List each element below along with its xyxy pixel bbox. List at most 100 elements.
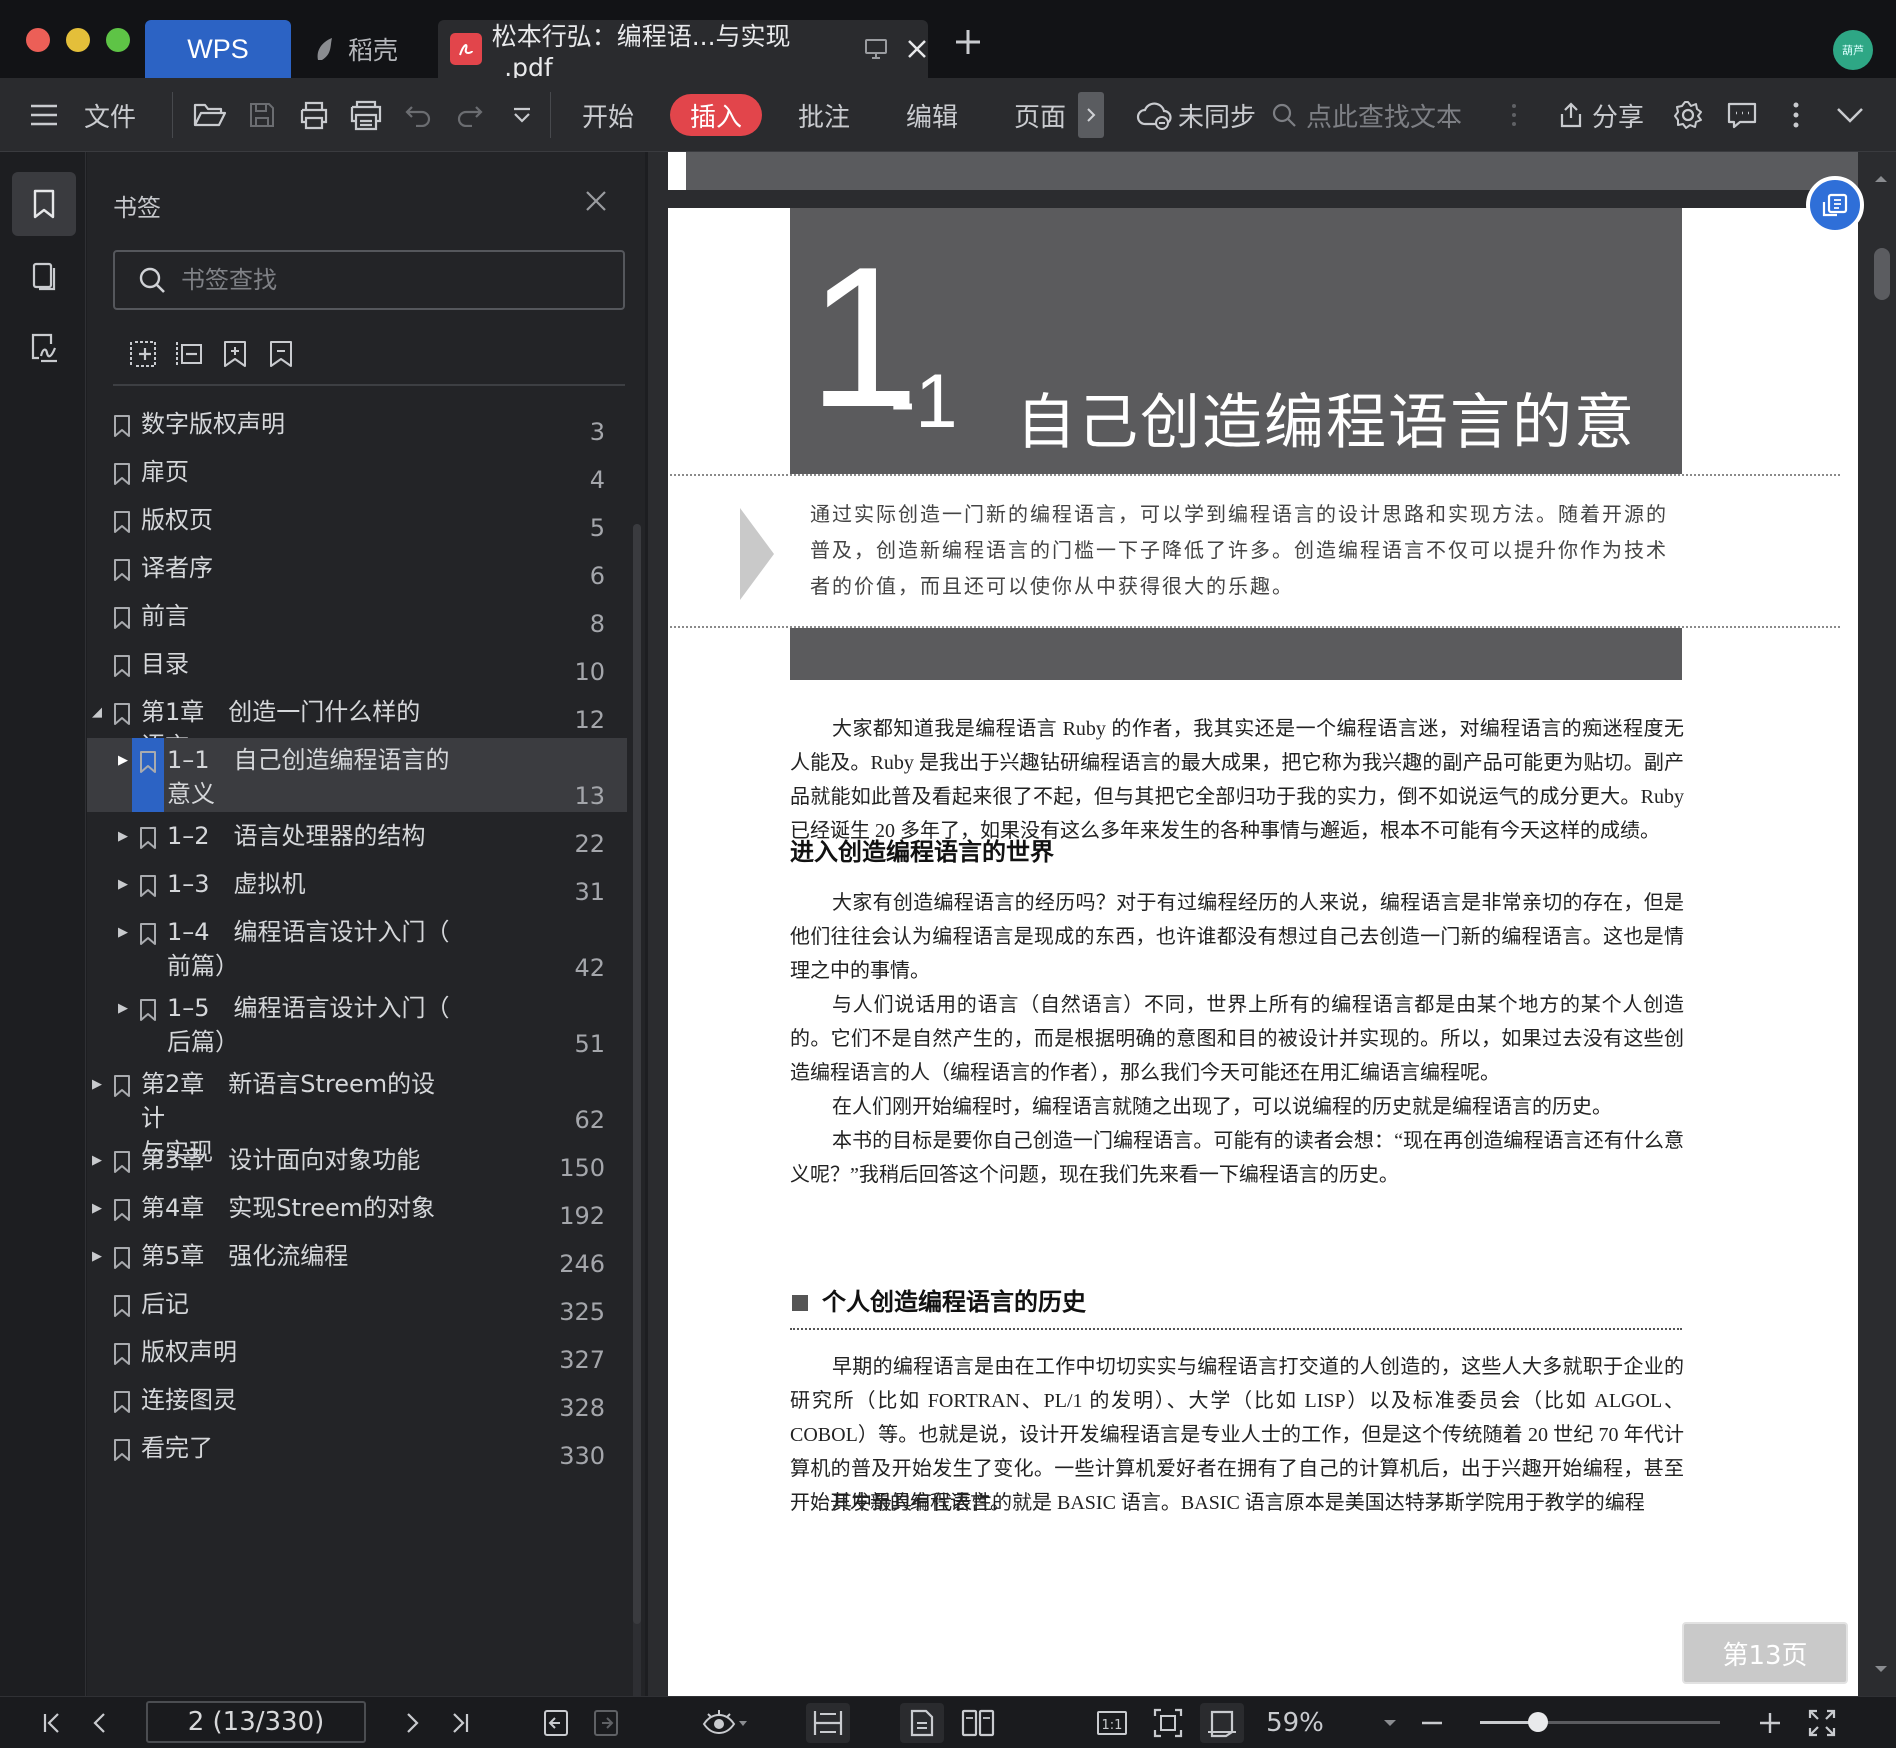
forward-history-icon[interactable]: [588, 1703, 624, 1743]
bookmark-item[interactable]: 目录 10: [87, 642, 627, 688]
last-page-icon[interactable]: [442, 1703, 478, 1743]
bookmark-item[interactable]: ▶ 第5章 强化流编程 246: [87, 1234, 627, 1280]
eye-protection-icon[interactable]: [696, 1703, 752, 1743]
expand-arrow-icon[interactable]: ▶: [89, 1076, 105, 1092]
document-scrollbar[interactable]: [1866, 152, 1896, 1696]
bookmark-item[interactable]: ▶ 1–4 编程语言设计入门（ 前篇） 42: [87, 910, 627, 984]
signature-panel-button[interactable]: [12, 316, 76, 380]
bookmark-panel-button[interactable]: [12, 172, 76, 236]
zoom-in-icon[interactable]: [1752, 1703, 1788, 1743]
tab-insert[interactable]: 插入: [670, 94, 762, 136]
bookmark-label: 前言: [141, 602, 189, 630]
avatar[interactable]: 葫芦: [1833, 30, 1873, 70]
tab-edit[interactable]: 编辑: [900, 92, 964, 138]
bookmark-item[interactable]: ▶ 1–1 自己创造编程语言的 意义 13: [87, 738, 627, 812]
back-history-icon[interactable]: [538, 1703, 574, 1743]
expand-arrow-icon[interactable]: ▶: [115, 828, 131, 844]
fullscreen-icon[interactable]: [1802, 1703, 1842, 1743]
expand-arrow-icon[interactable]: ▶: [115, 1000, 131, 1016]
file-menu[interactable]: 文件: [80, 92, 140, 138]
bookmark-item[interactable]: 看完了 330: [87, 1426, 627, 1472]
fit-page-icon[interactable]: [1148, 1703, 1188, 1743]
close-panel-icon[interactable]: [583, 188, 613, 218]
bookmark-item[interactable]: ▶ 1–2 语言处理器的结构 22: [87, 814, 627, 860]
bookmark-item[interactable]: 扉页 4: [87, 450, 627, 496]
menu-icon[interactable]: [24, 92, 64, 138]
floating-convert-button[interactable]: [1806, 176, 1864, 234]
bookmark-search-input[interactable]: [181, 266, 581, 294]
redo-icon[interactable]: [450, 92, 490, 138]
bookmark-item[interactable]: 版权声明 327: [87, 1330, 627, 1376]
tab-page[interactable]: 页面: [1008, 92, 1072, 138]
open-folder-icon[interactable]: [190, 92, 230, 138]
share-button[interactable]: 分享: [1556, 92, 1644, 138]
search-text-box[interactable]: 点此查找文本: [1270, 92, 1462, 138]
expand-arrow-icon[interactable]: ▶: [89, 1152, 105, 1168]
bookmark-item[interactable]: 译者序 6: [87, 546, 627, 592]
collapse-ribbon-icon[interactable]: [1830, 92, 1870, 138]
comment-icon[interactable]: [1722, 92, 1762, 138]
thumbnail-panel-button[interactable]: [12, 244, 76, 308]
zoom-slider-knob[interactable]: [1527, 1712, 1548, 1732]
bookmark-item[interactable]: ◢第1章 创造一门什么样的语言12: [87, 690, 627, 760]
more-tabs-button[interactable]: [1078, 92, 1104, 138]
quick-access-dropdown-icon[interactable]: [504, 92, 540, 138]
bookmark-search[interactable]: [113, 250, 625, 310]
bookmark-item[interactable]: ▶ 第3章 设计面向对象功能 150: [87, 1138, 627, 1184]
first-page-icon[interactable]: [34, 1703, 70, 1743]
zoom-out-icon[interactable]: [1414, 1703, 1450, 1743]
bookmark-item[interactable]: ▶ 1–3 虚拟机 31: [87, 862, 627, 908]
bookmark-item[interactable]: 版权页 5: [87, 498, 627, 544]
bookmark-item[interactable]: ▶ 第2章 新语言Streem的设计 与实现 62: [87, 1062, 627, 1166]
rotate-page-icon[interactable]: [1200, 1703, 1244, 1743]
tab-wps[interactable]: WPS: [145, 20, 291, 78]
monitor-icon[interactable]: [864, 38, 888, 60]
more-options-icon[interactable]: [1784, 92, 1808, 138]
fit-width-icon[interactable]: [806, 1703, 850, 1743]
print-icon[interactable]: [294, 92, 334, 138]
more-vertical-icon[interactable]: [1504, 92, 1524, 138]
tab-document[interactable]: 松本行弘：编程语...与实现_.pdf: [438, 20, 928, 82]
settings-gear-icon[interactable]: [1668, 92, 1708, 138]
print-preview-icon[interactable]: [346, 92, 386, 138]
minimize-window-button[interactable]: [66, 28, 90, 52]
panel-scrollbar-thumb[interactable]: [633, 524, 641, 1624]
scroll-down-icon[interactable]: [1866, 1654, 1896, 1684]
bookmark-item[interactable]: ▶ 1–5 编程语言设计入门（ 后篇） 51: [87, 986, 627, 1060]
bookmark-item[interactable]: 后记 325: [87, 1282, 627, 1328]
sync-status[interactable]: 未同步: [1136, 92, 1256, 138]
document-scrollbar-thumb[interactable]: [1874, 248, 1890, 300]
add-sibling-bookmark-icon[interactable]: [171, 336, 207, 372]
expand-arrow-icon[interactable]: ▶: [115, 876, 131, 892]
expand-arrow-icon[interactable]: ▶: [115, 924, 131, 940]
undo-icon[interactable]: [398, 92, 438, 138]
collapse-arrow-icon[interactable]: ◢: [89, 704, 105, 720]
tab-daoke[interactable]: 稻壳: [306, 20, 436, 78]
zoom-dropdown-icon[interactable]: [1378, 1703, 1402, 1743]
maximize-window-button[interactable]: [106, 28, 130, 52]
save-icon[interactable]: [242, 92, 282, 138]
expand-arrow-icon[interactable]: ▶: [115, 752, 131, 768]
tab-comment[interactable]: 批注: [792, 92, 856, 138]
tab-home[interactable]: 开始: [576, 92, 640, 138]
bookmark-item[interactable]: ▶ 第4章 实现Streem的对象 192: [87, 1186, 627, 1232]
two-page-icon[interactable]: [956, 1703, 1000, 1743]
single-page-icon[interactable]: [900, 1703, 944, 1743]
new-tab-button[interactable]: [948, 22, 988, 62]
close-window-button[interactable]: [26, 28, 50, 52]
expand-arrow-icon[interactable]: ▶: [89, 1200, 105, 1216]
bookmark-item[interactable]: 数字版权声明 3: [87, 402, 627, 448]
actual-size-icon[interactable]: 1:1: [1092, 1703, 1132, 1743]
add-bookmark-icon[interactable]: [217, 336, 253, 372]
previous-page-icon[interactable]: [82, 1703, 118, 1743]
page-number-input[interactable]: [146, 1701, 366, 1743]
remove-bookmark-icon[interactable]: [263, 336, 299, 372]
next-page-icon[interactable]: [394, 1703, 430, 1743]
bookmark-item[interactable]: 前言 8: [87, 594, 627, 640]
scroll-up-icon[interactable]: [1866, 164, 1896, 194]
zoom-level[interactable]: 59%: [1250, 1703, 1340, 1743]
expand-arrow-icon[interactable]: ▶: [89, 1248, 105, 1264]
close-tab-icon[interactable]: [906, 38, 928, 60]
add-child-bookmark-icon[interactable]: [125, 336, 161, 372]
bookmark-item[interactable]: 连接图灵 328: [87, 1378, 627, 1424]
